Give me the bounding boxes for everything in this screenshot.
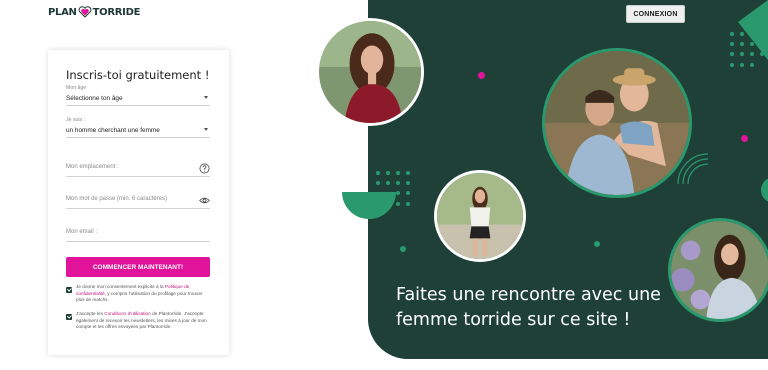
decor-dot-green [400, 246, 406, 252]
chevron-down-icon [204, 96, 208, 99]
logo-text-torride: TORRIDE [92, 6, 141, 18]
privacy-checkbox[interactable] [66, 287, 72, 293]
profile-photo-woman-red-top [316, 18, 424, 126]
gender-label: Je suis : [66, 117, 86, 123]
location-field[interactable]: Mon emplacement : [66, 161, 210, 177]
terms-text-before: J'accepte les [76, 311, 103, 316]
decor-dot-pink [741, 135, 748, 142]
decor-dot-grid-left [376, 171, 410, 206]
hero-tagline: Faites une rencontre avec une femme torr… [396, 285, 661, 330]
gender-select[interactable]: Je suis : un homme cherchant une femme [66, 117, 210, 138]
age-select[interactable]: Mon âge Sélectionne ton âge [66, 85, 210, 106]
form-title: Inscris-toi gratuitement ! [66, 68, 210, 82]
login-button[interactable]: CONNEXION [626, 5, 685, 23]
decor-half-circle-right [761, 178, 768, 202]
terms-checkbox[interactable] [66, 314, 72, 320]
site-logo[interactable]: PLAN TORRIDE [48, 6, 140, 18]
decor-dot-grid-right [730, 32, 764, 67]
password-field[interactable]: Mon mot de passe (min. 6 caractères) [66, 196, 210, 209]
terms-consent-text: J'accepte les Conditions d'utilisation d… [76, 311, 210, 331]
terms-consent: J'accepte les Conditions d'utilisation d… [66, 311, 210, 331]
heart-icon [78, 6, 92, 18]
help-icon[interactable] [199, 161, 210, 174]
logo-text-plan: PLAN [48, 6, 77, 18]
signup-form-card: Inscris-toi gratuitement ! Mon âge Sélec… [48, 50, 229, 355]
gender-value: un homme cherchant une femme [66, 127, 160, 134]
age-label: Mon âge [66, 85, 87, 91]
email-placeholder: Mon email : [66, 229, 98, 235]
age-value: Sélectionne ton âge [66, 95, 123, 102]
privacy-consent: Je donne mon consentement explicite à la… [66, 284, 210, 304]
location-placeholder: Mon emplacement : [66, 164, 119, 170]
start-now-button[interactable]: COMMENCER MAINTENANT! [66, 257, 210, 277]
decor-dot-green [594, 241, 600, 247]
eye-icon[interactable] [199, 193, 210, 204]
terms-of-use-link[interactable]: Conditions d'utilisation [104, 311, 151, 316]
chevron-down-icon [204, 128, 208, 131]
privacy-consent-text: Je donne mon consentement explicite à la… [76, 284, 210, 304]
email-field[interactable]: Mon email : [66, 229, 210, 242]
privacy-text-before: Je donne mon consentement explicite à la [76, 284, 164, 289]
profile-photo-couple [542, 48, 692, 198]
profile-photo-woman-white-shirt [434, 170, 526, 262]
password-placeholder: Mon mot de passe (min. 6 caractères) [66, 196, 168, 202]
page: PLAN TORRIDE CONNEXION Faites une rencon… [0, 0, 768, 370]
decor-dot-pink [478, 72, 485, 79]
